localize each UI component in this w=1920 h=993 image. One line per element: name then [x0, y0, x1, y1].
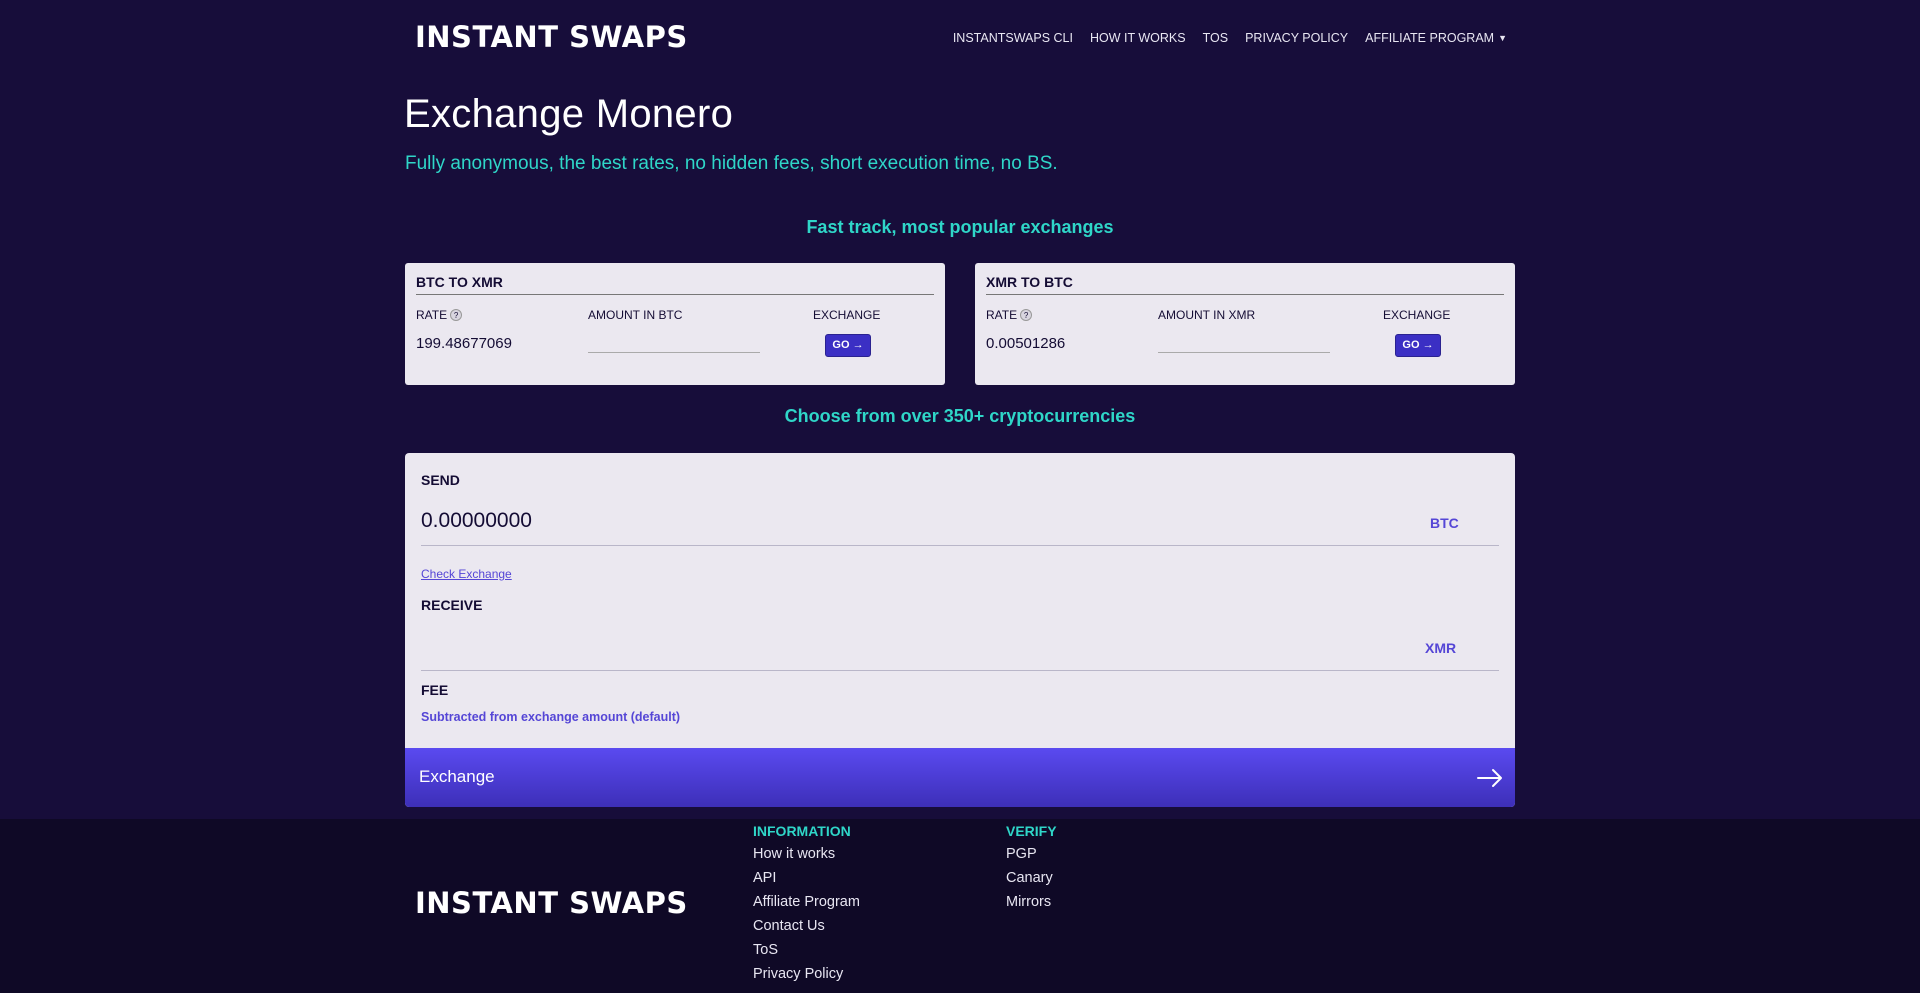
rate-value: 199.48677069: [416, 335, 512, 352]
go-button[interactable]: GO →: [1395, 334, 1441, 357]
footer-verify: VERIFY PGP Canary Mirrors: [1006, 823, 1057, 916]
quick-card-xmr-btc: XMR TO BTC RATE? AMOUNT IN XMR EXCHANGE …: [975, 263, 1515, 385]
amount-label: AMOUNT IN XMR: [1158, 308, 1256, 322]
send-underline: [421, 545, 1499, 546]
caret-down-icon: ▼: [1498, 33, 1507, 43]
exchange-label: EXCHANGE: [813, 308, 881, 322]
footer-link-contact-us[interactable]: Contact Us: [753, 916, 860, 940]
help-icon[interactable]: ?: [450, 309, 463, 321]
fee-label: FEE: [421, 682, 449, 698]
footer-link-tos[interactable]: ToS: [753, 940, 860, 964]
go-button[interactable]: GO →: [825, 334, 871, 357]
rate-label-text: RATE: [986, 308, 1018, 322]
nav-affiliate-label: AFFILIATE PROGRAM: [1365, 31, 1495, 45]
footer-link-api[interactable]: API: [753, 868, 860, 892]
send-label: SEND: [421, 472, 460, 488]
arrow-right-icon: [1477, 769, 1502, 787]
page-subtitle: Fully anonymous, the best rates, no hidd…: [405, 153, 1058, 174]
site-header: INSTANT SWAPS INSTANTSWAPS CLI HOW IT WO…: [0, 0, 1920, 78]
fee-option[interactable]: Subtracted from exchange amount (default…: [421, 710, 680, 724]
exchange-label: EXCHANGE: [1383, 308, 1451, 322]
nav-instantswaps-cli[interactable]: INSTANTSWAPS CLI: [953, 31, 1073, 45]
send-amount-input[interactable]: 0.00000000: [421, 509, 532, 533]
nav-affiliate-program[interactable]: AFFILIATE PROGRAM ▼: [1365, 31, 1507, 45]
fast-track-title: Fast track, most popular exchanges: [806, 217, 1114, 237]
footer-link-canary[interactable]: Canary: [1006, 868, 1057, 892]
receive-currency-select[interactable]: XMR: [1425, 640, 1456, 656]
footer-information: INFORMATION How it works API Affiliate P…: [753, 823, 860, 988]
check-exchange-link[interactable]: Check Exchange: [421, 567, 512, 581]
footer-link-affiliate-program[interactable]: Affiliate Program: [753, 892, 860, 916]
amount-input[interactable]: [588, 331, 760, 353]
footer-verify-title: VERIFY: [1006, 823, 1057, 839]
footer-link-how-it-works[interactable]: How it works: [753, 844, 860, 868]
exchange-panel: SEND 0.00000000 BTC Check Exchange RECEI…: [405, 453, 1515, 807]
rate-label: RATE?: [986, 308, 1033, 322]
site-footer: INSTANT SWAPS INFORMATION How it works A…: [0, 819, 1920, 993]
receive-label: RECEIVE: [421, 597, 483, 613]
nav-how-it-works[interactable]: HOW IT WORKS: [1090, 31, 1186, 45]
site-logo[interactable]: INSTANT SWAPS: [415, 20, 688, 54]
exchange-button-label: Exchange: [419, 767, 495, 786]
rate-label: RATE?: [416, 308, 463, 322]
nav-tos[interactable]: TOS: [1203, 31, 1228, 45]
quick-card-btc-xmr: BTC TO XMR RATE? AMOUNT IN BTC EXCHANGE …: [405, 263, 945, 385]
nav-privacy-policy[interactable]: PRIVACY POLICY: [1245, 31, 1348, 45]
exchange-submit-button[interactable]: Exchange: [405, 748, 1515, 807]
rate-value: 0.00501286: [986, 335, 1066, 352]
footer-information-title: INFORMATION: [753, 823, 851, 839]
amount-label: AMOUNT IN BTC: [588, 308, 683, 322]
receive-underline: [421, 670, 1499, 671]
page-title: Exchange Monero: [404, 92, 734, 136]
help-icon[interactable]: ?: [1020, 309, 1033, 321]
quick-card-title: XMR TO BTC: [986, 274, 1504, 295]
footer-link-pgp[interactable]: PGP: [1006, 844, 1057, 868]
rate-label-text: RATE: [416, 308, 448, 322]
amount-input[interactable]: [1158, 331, 1330, 353]
send-currency-select[interactable]: BTC: [1430, 515, 1459, 531]
main-nav: INSTANTSWAPS CLI HOW IT WORKS TOS PRIVAC…: [953, 31, 1507, 45]
choose-title: Choose from over 350+ cryptocurrencies: [784, 406, 1136, 426]
footer-link-mirrors[interactable]: Mirrors: [1006, 892, 1057, 916]
quick-card-title: BTC TO XMR: [416, 274, 934, 295]
footer-link-privacy-policy[interactable]: Privacy Policy: [753, 964, 860, 988]
footer-logo: INSTANT SWAPS: [415, 886, 688, 920]
